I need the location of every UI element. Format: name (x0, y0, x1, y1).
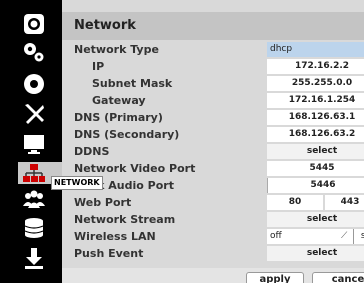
dns-secondary-field[interactable]: 168.126.63.2 (267, 127, 364, 142)
ddns-select-button[interactable]: select (267, 144, 364, 159)
users-icon[interactable] (22, 188, 46, 212)
audio-port-field[interactable]: 5446 (267, 178, 364, 193)
video-port-label: Network Video Port (74, 162, 196, 175)
dns-secondary-label: DNS (Secondary) (74, 128, 180, 141)
dns-primary-field[interactable]: 168.126.63.1 (267, 110, 364, 125)
tools-icon[interactable] (22, 102, 46, 126)
network-type-label: Network Type (74, 43, 159, 56)
network-stream-label: Network Stream (74, 213, 176, 226)
push-event-row: Push Event select (62, 246, 364, 262)
record-icon[interactable] (22, 72, 46, 96)
network-stream-select-button[interactable]: select (267, 212, 364, 227)
push-event-select-button[interactable]: select (267, 246, 364, 261)
ip-row: IP 172.16.2.2 (62, 59, 364, 75)
subnet-mask-label: Subnet Mask (92, 77, 173, 90)
gears-icon[interactable] (22, 40, 46, 64)
monitor-icon[interactable] (22, 132, 46, 156)
sidebar: NETWORK (0, 0, 103, 283)
video-port-row: Network Video Port 5445 (62, 161, 364, 177)
network-type-select[interactable]: dhcp (267, 42, 364, 57)
network-type-row: Network Type dhcp (62, 42, 364, 58)
ip-label: IP (92, 60, 105, 73)
subnet-mask-field[interactable]: 255.255.0.0 (267, 76, 364, 91)
gateway-field[interactable]: 172.16.1.254 (267, 93, 364, 108)
panel-header: Network (62, 12, 364, 40)
web-port-row: Web Port 80 443 (62, 195, 364, 211)
network-icon[interactable] (22, 162, 46, 186)
dns-primary-row: DNS (Primary) 168.126.63.1 (62, 110, 364, 126)
apply-button[interactable]: apply (246, 272, 304, 283)
gateway-label: Gateway (92, 94, 146, 107)
push-event-label: Push Event (74, 247, 144, 260)
storage-icon[interactable] (22, 216, 46, 240)
dns-primary-label: DNS (Primary) (74, 111, 163, 124)
camera-icon[interactable] (22, 12, 46, 36)
page-title: Network (74, 18, 136, 33)
network-stream-row: Network Stream select (62, 212, 364, 228)
resize-handle-icon: ⟋ (341, 231, 348, 241)
web-port-label: Web Port (74, 196, 132, 209)
audio-port-row: work Audio Port 5446 (62, 178, 364, 194)
wireless-lan-select-button[interactable]: se (353, 229, 364, 244)
subnet-mask-row: Subnet Mask 255.255.0.0 (62, 76, 364, 92)
ddns-row: DDNS select (62, 144, 364, 160)
top-strip (62, 0, 364, 12)
cancel-button[interactable]: cance (312, 272, 364, 283)
dns-secondary-row: DNS (Secondary) 168.126.63.2 (62, 127, 364, 143)
network-tooltip: NETWORK (51, 176, 103, 190)
https-port-field[interactable]: 443 (325, 195, 364, 210)
http-port-field[interactable]: 80 (267, 195, 323, 210)
network-settings-panel: Network Network Type dhcp IP 172.16.2.2 … (62, 0, 364, 283)
video-port-field[interactable]: 5445 (267, 161, 364, 176)
ip-field[interactable]: 172.16.2.2 (267, 59, 364, 74)
ddns-label: DDNS (74, 145, 110, 158)
gateway-row: Gateway 172.16.1.254 (62, 93, 364, 109)
wireless-lan-row: Wireless LAN off ⟋ se (62, 229, 364, 245)
wireless-lan-label: Wireless LAN (74, 230, 156, 243)
download-icon[interactable] (22, 246, 46, 270)
